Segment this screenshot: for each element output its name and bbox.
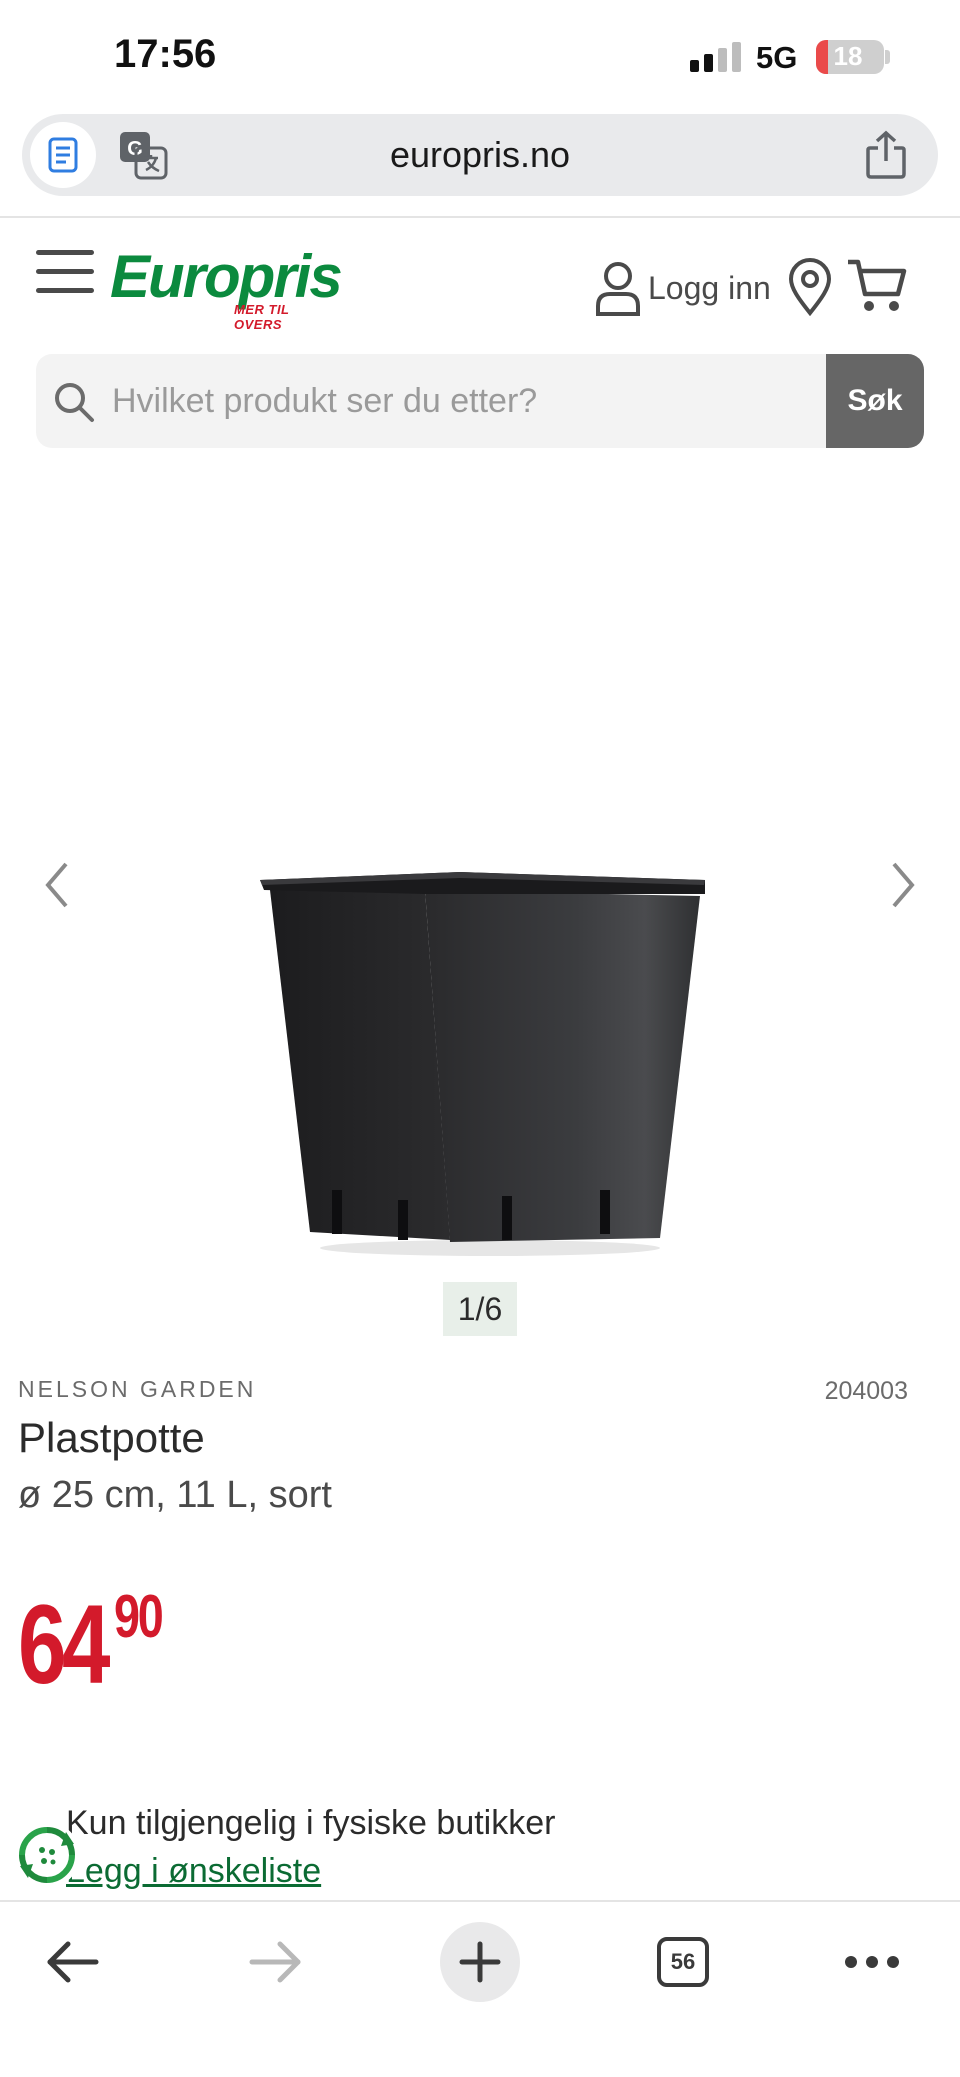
battery-icon: 18 — [816, 40, 884, 74]
share-icon[interactable] — [864, 130, 908, 180]
logo-tagline: MER TIL OVERS — [234, 302, 290, 332]
product-title: Plastpotte — [18, 1414, 205, 1461]
address-bar[interactable]: G europris.no — [22, 114, 938, 196]
price-major: 64 — [18, 1582, 110, 1707]
status-bar: 17:56 5G 18 — [0, 0, 960, 112]
recycle-icon[interactable] — [14, 1822, 80, 1888]
browser-toolbar: 56 — [0, 1902, 960, 2077]
chevron-left-icon[interactable] — [36, 850, 76, 920]
search-icon — [52, 380, 96, 424]
tab-count: 56 — [657, 1937, 709, 1987]
battery-percent: 18 — [833, 41, 863, 71]
login-button[interactable]: Logg inn — [594, 258, 771, 318]
price-minor: 90 — [114, 1583, 164, 1650]
product-price: 64 90 — [18, 1580, 164, 1709]
search-bar: Søk — [36, 354, 924, 448]
back-arrow-icon[interactable] — [32, 1922, 112, 2002]
cart-icon[interactable] — [846, 258, 908, 314]
search-button[interactable]: Søk — [826, 354, 924, 448]
search-input[interactable] — [112, 354, 812, 448]
forward-arrow-icon[interactable] — [236, 1922, 316, 2002]
network-type: 5G — [756, 40, 798, 75]
status-time: 17:56 — [114, 32, 217, 76]
user-icon — [596, 262, 640, 316]
new-tab-plus-icon[interactable] — [440, 1922, 520, 2002]
availability-text: Kun tilgjengelig i fysiske butikker — [66, 1804, 556, 1842]
menu-icon[interactable] — [36, 250, 94, 294]
product-image[interactable] — [250, 860, 720, 1260]
signal-strength-icon — [690, 42, 742, 72]
battery-tip — [885, 50, 890, 64]
tabs-icon[interactable]: 56 — [643, 1922, 723, 2002]
product-sku: 204003 — [824, 1377, 908, 1405]
url-text[interactable]: europris.no — [22, 134, 938, 176]
divider — [0, 216, 960, 218]
product-subtitle: ø 25 cm, 11 L, sort — [18, 1474, 332, 1516]
logo-text: Europris — [110, 243, 343, 310]
chevron-right-icon[interactable] — [884, 850, 924, 920]
product-brand[interactable]: NELSON GARDEN — [18, 1376, 256, 1403]
more-icon[interactable] — [832, 1922, 912, 2002]
image-counter: 1/6 — [443, 1282, 517, 1336]
location-pin-icon[interactable] — [788, 258, 832, 317]
europris-logo[interactable]: Europris MER TIL OVERS — [110, 242, 343, 332]
product-gallery: 1/6 — [0, 460, 960, 1340]
add-to-wishlist-link[interactable]: Legg i ønskeliste — [66, 1852, 321, 1891]
login-label: Logg inn — [648, 269, 771, 306]
